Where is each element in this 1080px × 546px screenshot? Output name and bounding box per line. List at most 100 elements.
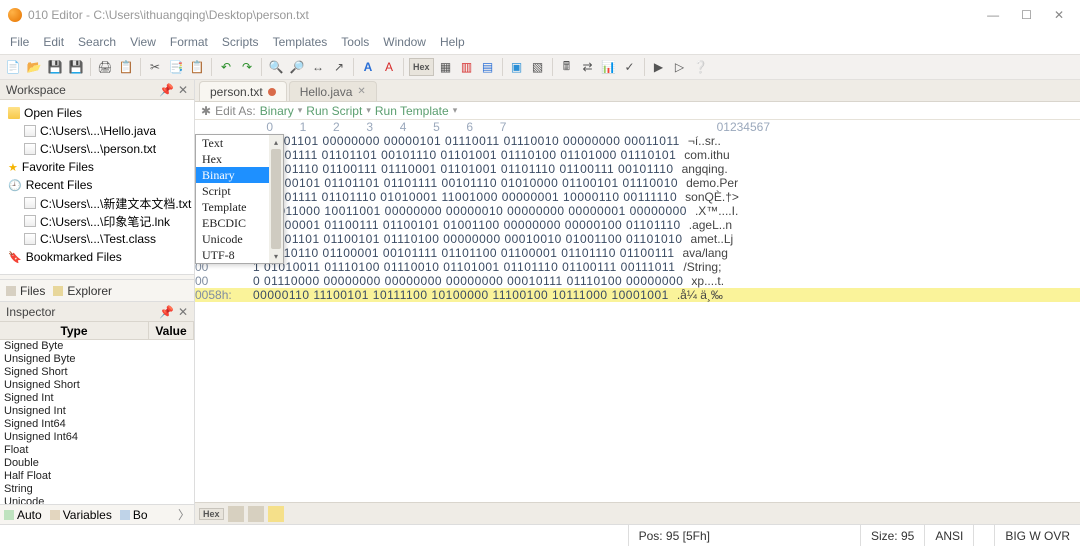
inspector-row[interactable]: Unsigned Int [0, 405, 194, 418]
panel-pin-icon[interactable]: 📌 [159, 83, 174, 97]
menu-search[interactable]: Search [78, 35, 116, 49]
chevron-down-icon[interactable]: ▾ [366, 105, 371, 116]
inspector-row[interactable]: Signed Byte [0, 340, 194, 353]
hex-row[interactable]: 000 01011000 10011001 00000000 00000010 … [195, 204, 1080, 218]
menu-scripts[interactable]: Scripts [222, 35, 259, 49]
editas-dropdown[interactable]: TextHexBinaryScriptTemplateEBCDICUnicode… [195, 134, 284, 264]
cols-icon[interactable]: ▥ [458, 58, 476, 76]
menu-help[interactable]: Help [440, 35, 465, 49]
hex-editor[interactable]: 0 1 2 3 4 5 6 7 01234567 000 11101101 00… [195, 120, 1080, 502]
hex-row[interactable]: 001 01101111 01101110 01010001 11001000 … [195, 190, 1080, 204]
panel-close-icon[interactable]: ✕ [178, 305, 188, 319]
open-files-section[interactable]: Open Files [6, 104, 194, 122]
replace-icon[interactable]: ↔ [309, 58, 327, 76]
hex-row[interactable]: 001 01101111 01101101 00101110 01101001 … [195, 148, 1080, 162]
checksum-icon[interactable]: ✓ [621, 58, 639, 76]
recent-files-section[interactable]: 🕘Recent Files [6, 176, 194, 194]
inspector-row[interactable]: Unsigned Byte [0, 353, 194, 366]
recent-file-item[interactable]: C:\Users\...\新建文本文档.txt [6, 194, 194, 212]
inspector-row[interactable]: Signed Short [0, 366, 194, 379]
hex-row[interactable]: 000 01110000 00000000 00000000 00000000 … [195, 274, 1080, 288]
minimize-button[interactable]: — [987, 8, 999, 22]
variables-tab[interactable]: Variables [50, 508, 112, 522]
hex-badge-icon[interactable]: Hex [409, 58, 434, 76]
paste-icon[interactable]: 📋 [188, 58, 206, 76]
hex-row[interactable]: 0058h:00000110 11100101 10111100 1010000… [195, 288, 1080, 302]
chevron-down-icon[interactable]: ▾ [453, 105, 458, 116]
editas-link[interactable]: Binary [260, 104, 294, 118]
recent-file-item[interactable]: C:\Users\...\印象笔记.lnk [6, 212, 194, 230]
hex-row[interactable]: 001 01010011 01110100 01110010 01101001 … [195, 260, 1080, 274]
bytes-icon[interactable]: ▤ [479, 58, 497, 76]
menu-templates[interactable]: Templates [273, 35, 328, 49]
goto-icon[interactable]: ↗ [330, 58, 348, 76]
menu-view[interactable]: View [130, 35, 156, 49]
menu-edit[interactable]: Edit [43, 35, 64, 49]
hex-mode-badge[interactable]: Hex [199, 508, 224, 520]
redo-icon[interactable]: ↷ [238, 58, 256, 76]
tab-close-icon[interactable] [268, 88, 276, 96]
hex-row[interactable]: 001 01110110 01100001 00101111 01101100 … [195, 246, 1080, 260]
close-button[interactable]: ✕ [1054, 8, 1064, 22]
calc-icon[interactable]: 🖩 [558, 58, 576, 76]
inspector-row[interactable]: Signed Int64 [0, 418, 194, 431]
scroll-thumb[interactable] [271, 149, 281, 249]
compare-icon[interactable]: ⇄ [579, 58, 597, 76]
print-icon[interactable]: 🖨 [96, 58, 114, 76]
inspector-row[interactable]: String [0, 483, 194, 496]
inspector-row[interactable]: Unsigned Short [0, 379, 194, 392]
recent-file-item[interactable]: C:\Users\...\Test.class [6, 230, 194, 248]
tab-scroll-icon[interactable]: 〉 [178, 506, 190, 523]
grid-icon[interactable]: ▦ [437, 58, 455, 76]
inspector-icon[interactable]: ▣ [508, 58, 526, 76]
tab-close-icon[interactable]: ✕ [357, 86, 365, 97]
menu-format[interactable]: Format [170, 35, 208, 49]
hex-row[interactable]: 001 01101101 01100101 01110100 00000000 … [195, 232, 1080, 246]
hist-icon[interactable]: 📊 [600, 58, 618, 76]
hex-row[interactable]: 000 11101101 00000000 00000101 01110011 … [195, 134, 1080, 148]
panel-close-icon[interactable]: ✕ [178, 83, 188, 97]
saveall-icon[interactable]: 💾 [67, 58, 85, 76]
menu-window[interactable]: Window [383, 35, 426, 49]
help-icon[interactable]: ❔ [692, 58, 710, 76]
inspector-row[interactable]: Float [0, 444, 194, 457]
menu-tools[interactable]: Tools [341, 35, 369, 49]
open-file-item[interactable]: C:\Users\...\person.txt [6, 140, 194, 158]
footer-btn[interactable] [228, 506, 244, 522]
copy-icon[interactable]: 📑 [167, 58, 185, 76]
editor-tab-person[interactable]: person.txt [199, 81, 287, 101]
hex-row[interactable]: 000 01100101 01101101 01101111 00101110 … [195, 176, 1080, 190]
auto-tab[interactable]: Auto [4, 508, 42, 522]
fontcolor-icon[interactable]: A [380, 58, 398, 76]
inspector-row[interactable]: Double [0, 457, 194, 470]
preview-icon[interactable]: 📋 [117, 58, 135, 76]
hex-row[interactable]: 001 01101110 01100111 01110001 01101001 … [195, 162, 1080, 176]
hex-row[interactable]: 001 01100001 01100111 01100101 01001100 … [195, 218, 1080, 232]
bookmarked-files-section[interactable]: 🔖Bookmarked Files [6, 248, 194, 266]
explorer-tab[interactable]: Explorer [53, 284, 112, 298]
inspector-col-type[interactable]: Type [0, 322, 149, 339]
bookmarks-tab[interactable]: Bo [120, 508, 148, 522]
favorite-files-section[interactable]: ★Favorite Files [6, 158, 194, 176]
runscript-icon[interactable]: ▶ [650, 58, 668, 76]
cut-icon[interactable]: ✂ [146, 58, 164, 76]
vars-icon[interactable]: ▧ [529, 58, 547, 76]
font-icon[interactable]: A [359, 58, 377, 76]
runscript-link[interactable]: Run Script [306, 104, 362, 118]
chevron-down-icon[interactable]: ▾ [298, 105, 303, 116]
pencil-icon[interactable] [268, 506, 284, 522]
undo-icon[interactable]: ↶ [217, 58, 235, 76]
scroll-up-icon[interactable]: ▴ [269, 135, 283, 149]
scroll-down-icon[interactable]: ▾ [269, 249, 283, 263]
inspector-row[interactable]: Unicode [0, 496, 194, 504]
runtemplate-link[interactable]: Run Template [375, 104, 449, 118]
inspector-row[interactable]: Signed Int [0, 392, 194, 405]
new-icon[interactable]: 📄 [4, 58, 22, 76]
inspector-row[interactable]: Half Float [0, 470, 194, 483]
panel-pin-icon[interactable]: 📌 [159, 305, 174, 319]
files-tab[interactable]: Files [6, 284, 45, 298]
find-icon[interactable]: 🔍 [267, 58, 285, 76]
inspector-col-value[interactable]: Value [149, 322, 194, 339]
menu-file[interactable]: File [10, 35, 29, 49]
open-icon[interactable]: 📂 [25, 58, 43, 76]
